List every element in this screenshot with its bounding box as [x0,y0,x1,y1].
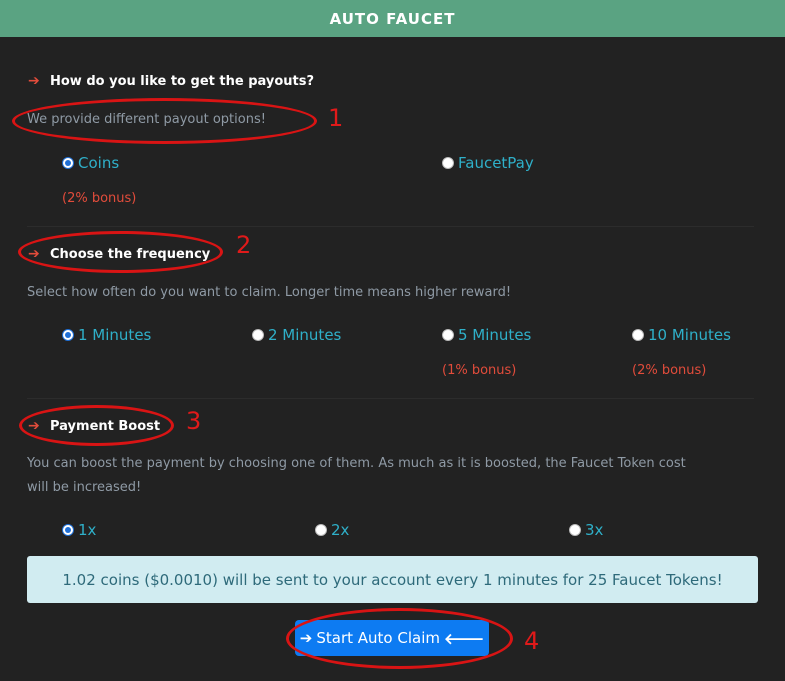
frequency-1min-label[interactable]: 1 Minutes [78,326,151,344]
frequency-option-10min[interactable]: 10 Minutes [632,326,731,344]
radio-coins[interactable] [62,157,74,169]
10min-bonus-label: (2% bonus) [632,363,707,378]
frequency-option-5min[interactable]: 5 Minutes [442,326,531,344]
boost-option-3x[interactable]: 3x [569,521,603,539]
section-divider [27,226,754,227]
claim-summary-text: 1.02 coins ($0.0010) will be sent to you… [62,570,723,589]
annotation-ellipse-4 [286,608,513,669]
payouts-title-text: How do you like to get the payouts? [50,73,315,89]
page-title: AUTO FAUCET [329,9,456,28]
boost-2x-label[interactable]: 2x [331,521,349,539]
annotation-number-4: 4 [524,627,540,655]
frequency-10min-label[interactable]: 10 Minutes [648,326,731,344]
radio-3x[interactable] [569,524,581,536]
frequency-2min-label[interactable]: 2 Minutes [268,326,341,344]
boost-option-1x[interactable]: 1x [62,521,96,539]
radio-1x[interactable] [62,524,74,536]
coins-bonus-label: (2% bonus) [62,191,137,206]
annotation-ellipse-1 [12,98,317,144]
payout-option-coins[interactable]: Coins [62,154,119,172]
frequency-option-2min[interactable]: 2 Minutes [252,326,341,344]
frequency-5min-label[interactable]: 5 Minutes [458,326,531,344]
payout-coins-label[interactable]: Coins [78,154,119,172]
boost-description-line1: You can boost the payment by choosing on… [27,456,686,471]
boost-1x-label[interactable]: 1x [78,521,96,539]
boost-option-2x[interactable]: 2x [315,521,349,539]
annotation-number-2: 2 [236,231,252,259]
radio-1min[interactable] [62,329,74,341]
payout-option-faucetpay[interactable]: FaucetPay [442,154,534,172]
radio-2x[interactable] [315,524,327,536]
claim-summary-alert: 1.02 coins ($0.0010) will be sent to you… [27,556,758,603]
payout-faucetpay-label[interactable]: FaucetPay [458,154,534,172]
annotation-number-1: 1 [328,104,344,132]
frequency-description: Select how often do you want to claim. L… [27,285,512,300]
annotation-number-3: 3 [186,407,202,435]
radio-5min[interactable] [442,329,454,341]
radio-10min[interactable] [632,329,644,341]
page-header: AUTO FAUCET [0,0,785,37]
section-divider [27,398,754,399]
annotation-ellipse-3 [19,405,174,446]
radio-2min[interactable] [252,329,264,341]
annotation-ellipse-2 [18,231,223,273]
payouts-section-title: ➔ How do you like to get the payouts? [28,73,314,89]
radio-faucetpay[interactable] [442,157,454,169]
5min-bonus-label: (1% bonus) [442,363,517,378]
boost-description-line2: will be increased! [27,480,142,495]
arrow-right-icon: ➔ [28,73,40,89]
frequency-option-1min[interactable]: 1 Minutes [62,326,151,344]
boost-3x-label[interactable]: 3x [585,521,603,539]
